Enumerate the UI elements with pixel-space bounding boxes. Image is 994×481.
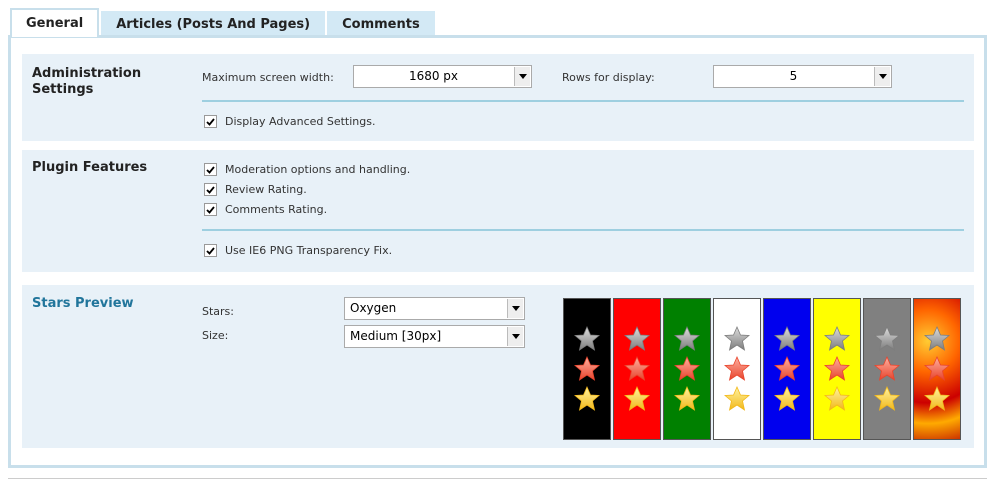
rows-label: Rows for display: [562, 71, 655, 84]
max-width-value: 1680 px [408, 69, 459, 83]
stars-select[interactable]: Oxygen [344, 297, 525, 320]
advanced-settings-label: Display Advanced Settings. [225, 115, 376, 128]
stars-value: Oxygen [350, 301, 397, 315]
chevron-down-icon [507, 327, 523, 346]
max-width-label: Maximum screen width: [202, 71, 334, 84]
star-icon [774, 386, 800, 411]
plugin-features-title: Plugin Features [32, 160, 148, 175]
star-icon [674, 326, 700, 351]
tab-bar: General Articles (Posts And Pages) Comme… [10, 8, 437, 37]
plugin-features-box: Plugin Features Moderation options and h… [22, 150, 974, 272]
swatch-green [663, 298, 711, 440]
bottom-divider [8, 478, 987, 479]
comments-rating-checkbox[interactable]: Comments Rating. [204, 203, 327, 216]
swatch-black [563, 298, 611, 440]
star-icon [824, 386, 850, 411]
tab-general[interactable]: General [10, 8, 100, 37]
stars-preview-title: Stars Preview [32, 296, 134, 311]
stars-label: Stars: [202, 305, 234, 318]
star-icon [624, 356, 650, 381]
star-icon [874, 326, 900, 351]
star-icon [674, 356, 700, 381]
ie6-fix-label: Use IE6 PNG Transparency Fix. [225, 244, 393, 257]
admin-title-line2: Settings [32, 82, 94, 97]
star-icon [824, 326, 850, 351]
chevron-down-icon [514, 67, 530, 86]
star-icon [624, 326, 650, 351]
star-icon [574, 326, 600, 351]
swatch-gray [863, 298, 911, 440]
star-icon [724, 386, 750, 411]
star-icon [874, 356, 900, 381]
settings-panel: Administration Settings Maximum screen w… [8, 35, 987, 468]
checkmark-icon [204, 115, 217, 128]
divider [202, 100, 964, 102]
admin-settings-title: Administration Settings [32, 66, 141, 98]
swatch-red [613, 298, 661, 440]
checkmark-icon [204, 163, 217, 176]
size-select[interactable]: Medium [30px] [344, 325, 525, 348]
star-icon [574, 386, 600, 411]
star-icon [574, 356, 600, 381]
swatch-white [713, 298, 761, 440]
checkmark-icon [204, 183, 217, 196]
admin-title-line1: Administration [32, 66, 142, 81]
star-icon [874, 386, 900, 411]
swatch-flame [913, 298, 961, 440]
star-icon [924, 326, 950, 351]
rows-select[interactable]: 5 [713, 65, 892, 88]
admin-settings-box: Administration Settings Maximum screen w… [22, 54, 974, 141]
size-label: Size: [202, 329, 229, 342]
rows-value: 5 [789, 69, 798, 83]
chevron-down-icon [874, 67, 890, 86]
tab-comments[interactable]: Comments [327, 11, 435, 37]
star-icon [724, 356, 750, 381]
star-icon [824, 356, 850, 381]
swatch-yellow [813, 298, 861, 440]
tab-articles[interactable]: Articles (Posts And Pages) [101, 11, 326, 37]
advanced-settings-checkbox[interactable]: Display Advanced Settings. [204, 115, 376, 128]
swatch-blue [763, 298, 811, 440]
moderation-label: Moderation options and handling. [225, 163, 411, 176]
star-icon [674, 386, 700, 411]
max-width-select[interactable]: 1680 px [353, 65, 532, 88]
star-icon [924, 356, 950, 381]
checkmark-icon [204, 244, 217, 257]
star-icon [924, 386, 950, 411]
chevron-down-icon [507, 299, 523, 318]
star-icon [774, 356, 800, 381]
comments-rating-label: Comments Rating. [225, 203, 328, 216]
review-rating-label: Review Rating. [225, 183, 307, 196]
moderation-checkbox[interactable]: Moderation options and handling. [204, 163, 410, 176]
star-icon [774, 326, 800, 351]
star-icon [724, 326, 750, 351]
divider [202, 229, 964, 231]
star-icon [624, 386, 650, 411]
ie6-fix-checkbox[interactable]: Use IE6 PNG Transparency Fix. [204, 244, 392, 257]
size-value: Medium [30px] [350, 329, 442, 343]
checkmark-icon [204, 203, 217, 216]
review-rating-checkbox[interactable]: Review Rating. [204, 183, 307, 196]
